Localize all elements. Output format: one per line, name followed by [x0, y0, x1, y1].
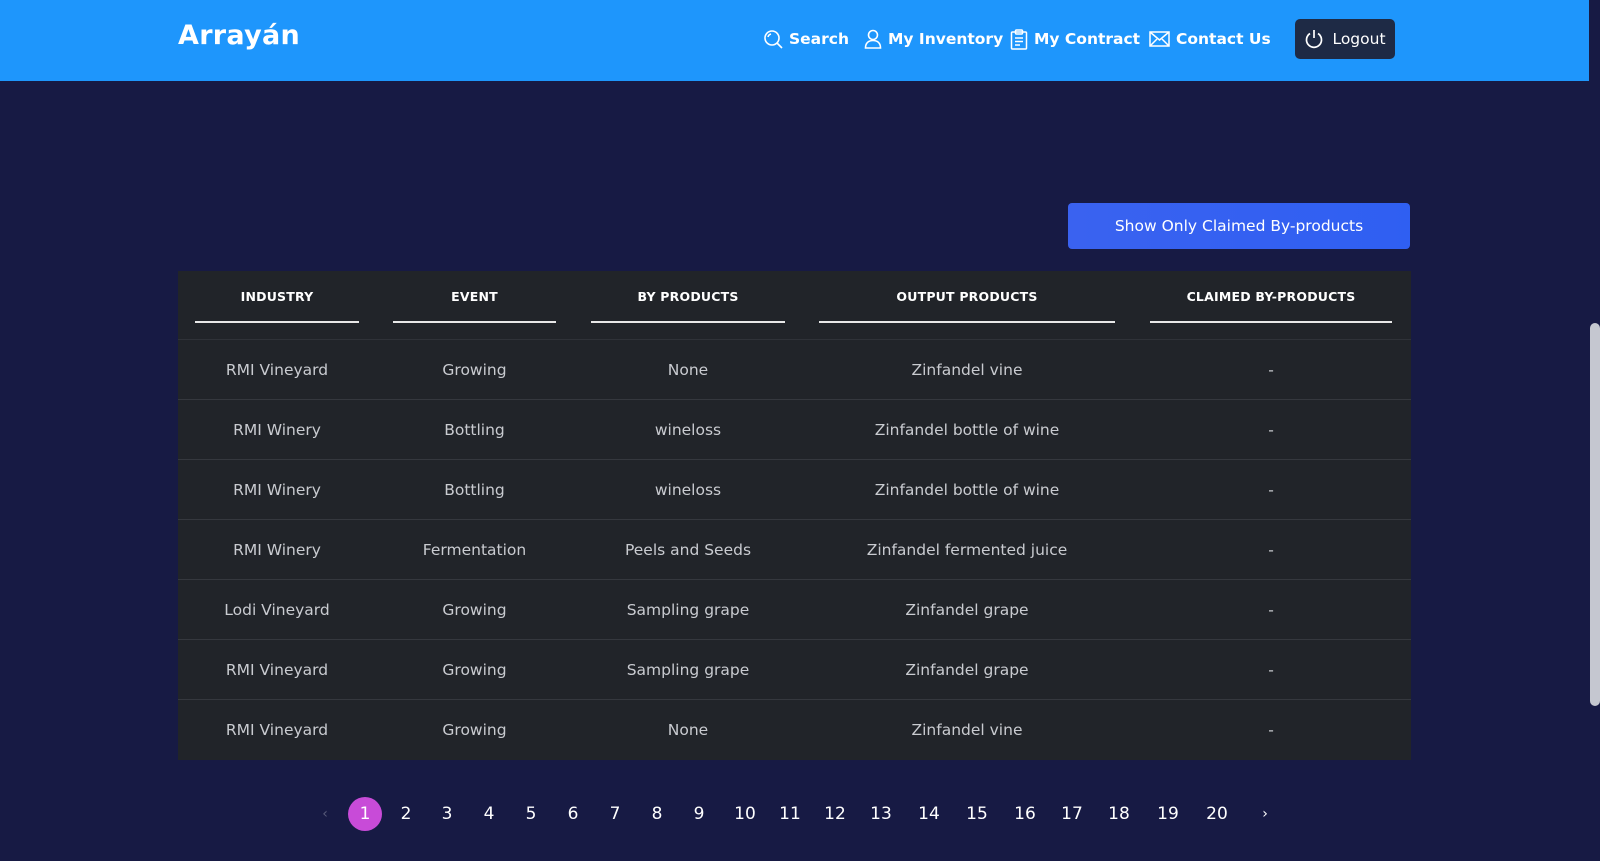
page-4-button[interactable]: 4	[478, 797, 500, 831]
cell-claimed-by-products: -	[1268, 661, 1274, 679]
cell-event: Bottling	[444, 421, 505, 439]
page-14-button[interactable]: 14	[914, 797, 944, 831]
page-1-button[interactable]: 1	[348, 797, 382, 831]
page-15-button[interactable]: 15	[962, 797, 992, 831]
cell-industry: RMI Vineyard	[225, 721, 329, 739]
cell-by-products: wineloss	[654, 421, 722, 439]
page-13-button[interactable]: 13	[866, 797, 896, 831]
cell-claimed-by-products: -	[1268, 601, 1274, 619]
table-body: RMI Vineyard Growing None Zinfandel vine…	[178, 340, 1411, 760]
top-navbar: Arrayán Search My Inventory My Contract …	[0, 0, 1589, 81]
nav-contract-label: My Contract	[1034, 30, 1141, 48]
cell-claimed-by-products: -	[1268, 481, 1274, 499]
cell-event: Fermentation	[422, 541, 527, 559]
column-header-by-products[interactable]: BY PRODUCTS	[591, 271, 785, 323]
cell-claimed-by-products: -	[1268, 721, 1274, 739]
table-row: RMI Vineyard Growing Sampling grape Zinf…	[178, 640, 1411, 700]
table-row: RMI Vineyard Growing None Zinfandel vine…	[178, 700, 1411, 760]
logout-button[interactable]: Logout	[1295, 19, 1395, 59]
pagination: ‹ 1 2 3 4 5 6 7 8 9 10 11 12 13 14 15 16…	[0, 797, 1600, 831]
column-header-event[interactable]: EVENT	[393, 271, 556, 323]
page-7-button[interactable]: 7	[604, 797, 626, 831]
table-row: Lodi Vineyard Growing Sampling grape Zin…	[178, 580, 1411, 640]
cell-industry: RMI Winery	[233, 421, 321, 439]
nav-contact-label: Contact Us	[1176, 30, 1271, 48]
cell-claimed-by-products: -	[1268, 421, 1274, 439]
brand-logo[interactable]: Arrayán	[178, 20, 300, 51]
nav-search[interactable]: Search	[763, 24, 849, 54]
nav-my-contract[interactable]: My Contract	[1010, 24, 1140, 54]
cell-event: Growing	[442, 601, 507, 619]
byproducts-table: INDUSTRY EVENT BY PRODUCTS OUTPUT PRODUC…	[178, 271, 1411, 760]
table-row: RMI Winery Fermentation Peels and Seeds …	[178, 520, 1411, 580]
pagination-next-button[interactable]: ›	[1258, 797, 1272, 831]
nav-search-label: Search	[789, 30, 850, 48]
table-row: RMI Vineyard Growing None Zinfandel vine…	[178, 340, 1411, 400]
cell-by-products: Peels and Seeds	[624, 541, 752, 559]
cell-by-products: Sampling grape	[626, 601, 750, 619]
power-icon	[1306, 30, 1323, 49]
cell-output-products: Zinfandel vine	[911, 361, 1023, 379]
cell-output-products: Zinfandel bottle of wine	[874, 481, 1060, 499]
nav-inventory-label: My Inventory	[888, 30, 1004, 48]
nav-my-inventory[interactable]: My Inventory	[864, 24, 1003, 54]
page-3-button[interactable]: 3	[436, 797, 458, 831]
page-19-button[interactable]: 19	[1153, 797, 1183, 831]
column-header-claimed-by-products[interactable]: CLAIMED BY-PRODUCTS	[1150, 271, 1392, 323]
page-20-button[interactable]: 20	[1202, 797, 1232, 831]
cell-output-products: Zinfandel bottle of wine	[874, 421, 1060, 439]
cell-event: Growing	[442, 721, 507, 739]
user-icon	[864, 29, 882, 49]
cell-industry: Lodi Vineyard	[224, 601, 330, 619]
nav-contact-us[interactable]: Contact Us	[1149, 24, 1271, 54]
cell-industry: RMI Winery	[233, 481, 321, 499]
cell-by-products: Sampling grape	[626, 661, 750, 679]
page-12-button[interactable]: 12	[820, 797, 850, 831]
page-9-button[interactable]: 9	[688, 797, 710, 831]
scrollbar-thumb[interactable]	[1590, 323, 1600, 706]
page-6-button[interactable]: 6	[562, 797, 584, 831]
cell-by-products: None	[667, 721, 709, 739]
cell-industry: RMI Vineyard	[225, 661, 329, 679]
cell-event: Growing	[442, 361, 507, 379]
cell-output-products: Zinfandel grape	[905, 601, 1029, 619]
table-row: RMI Winery Bottling wineloss Zinfandel b…	[178, 460, 1411, 520]
cell-claimed-by-products: -	[1268, 541, 1274, 559]
page-5-button[interactable]: 5	[520, 797, 542, 831]
mail-icon	[1149, 31, 1170, 47]
page-16-button[interactable]: 16	[1010, 797, 1040, 831]
column-header-industry[interactable]: INDUSTRY	[195, 271, 359, 323]
cell-event: Growing	[442, 661, 507, 679]
cell-output-products: Zinfandel fermented juice	[866, 541, 1068, 559]
logout-label: Logout	[1332, 30, 1386, 48]
cell-by-products: wineloss	[654, 481, 722, 499]
clipboard-icon	[1010, 28, 1028, 50]
cell-industry: RMI Vineyard	[225, 361, 329, 379]
cell-industry: RMI Winery	[233, 541, 321, 559]
show-claimed-byproducts-button[interactable]: Show Only Claimed By-products	[1068, 203, 1410, 249]
cell-event: Bottling	[444, 481, 505, 499]
column-header-output-products[interactable]: OUTPUT PRODUCTS	[819, 271, 1115, 323]
page-11-button[interactable]: 11	[775, 797, 805, 831]
search-icon	[764, 30, 783, 49]
page-8-button[interactable]: 8	[646, 797, 668, 831]
cell-claimed-by-products: -	[1268, 361, 1274, 379]
table-header: INDUSTRY EVENT BY PRODUCTS OUTPUT PRODUC…	[178, 271, 1411, 340]
pagination-prev-button[interactable]: ‹	[318, 797, 332, 831]
page-2-button[interactable]: 2	[395, 797, 417, 831]
page-17-button[interactable]: 17	[1057, 797, 1087, 831]
page-18-button[interactable]: 18	[1104, 797, 1134, 831]
cell-output-products: Zinfandel grape	[905, 661, 1029, 679]
page-10-button[interactable]: 10	[730, 797, 760, 831]
cell-output-products: Zinfandel vine	[911, 721, 1023, 739]
cell-by-products: None	[667, 361, 709, 379]
table-row: RMI Winery Bottling wineloss Zinfandel b…	[178, 400, 1411, 460]
